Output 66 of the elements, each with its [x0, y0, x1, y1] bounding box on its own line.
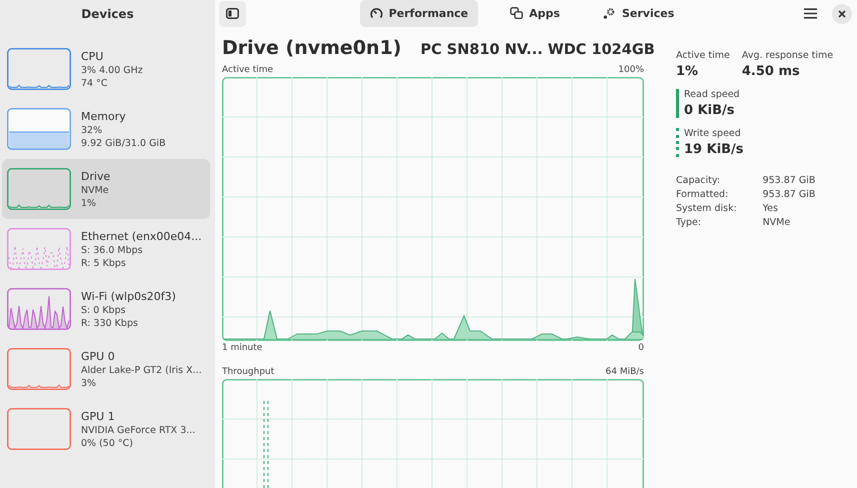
- gear-icon: [602, 7, 616, 20]
- stat-value: 1%: [676, 64, 700, 79]
- device-detail: 1%: [81, 198, 98, 208]
- device-name: Drive: [81, 170, 110, 182]
- device-detail: 74 °C: [81, 78, 108, 88]
- detail-label: Type:: [676, 217, 702, 228]
- speed-legend-line: [676, 128, 679, 157]
- sidebar-title: Devices: [81, 7, 134, 21]
- speed-label: Write speed: [684, 128, 742, 139]
- detail-value: NVMe: [762, 217, 792, 228]
- device-detail: Alder Lake-P GT2 (Iris X...: [81, 364, 202, 376]
- sidebar-toggle-button[interactable]: [219, 0, 246, 26]
- device-detail: R: 330 Kbps: [81, 318, 139, 328]
- detail-label: Formatted:: [676, 189, 730, 200]
- device-item[interactable]: CPU 3% 4.00 GHz 74 °C: [2, 39, 210, 99]
- tab[interactable]: Apps: [500, 0, 570, 27]
- device-item[interactable]: GPU 0 Alder Lake-P GT2 (Iris X... 3%: [2, 339, 210, 399]
- device-item[interactable]: Drive NVMe 1%: [2, 159, 210, 219]
- drive-model: PC SN810 NV... WDC 1024GB: [420, 42, 655, 58]
- tab[interactable]: Performance: [360, 0, 478, 27]
- windows-icon: [510, 7, 524, 20]
- graph-time-label: 1 minute: [222, 343, 262, 353]
- device-item[interactable]: Ethernet (enx00e04... S: 36.0 Mbps R: 5 Kbps: [2, 219, 210, 279]
- drive-title: Drive (nvme0n1): [222, 37, 402, 59]
- sidebar-icon: [226, 8, 239, 19]
- device-detail: 3%: [81, 378, 98, 388]
- tab[interactable]: Services: [592, 0, 684, 27]
- graph-label: Active time: [222, 65, 274, 75]
- speed-value: 19 KiB/s: [684, 142, 744, 157]
- speed-label: Read speed: [684, 89, 740, 100]
- stat-value: 4.50 ms: [742, 64, 801, 79]
- device-detail: S: 0 Kbps: [81, 304, 127, 316]
- device-detail: NVIDIA GeForce RTX 3...: [81, 424, 196, 436]
- device-item[interactable]: Wi-Fi (wlp0s20f3) S: 0 Kbps R: 330 Kbps: [2, 279, 210, 339]
- stat-label: Avg. response time: [742, 50, 834, 61]
- close-icon: [838, 10, 846, 18]
- detail-label: System disk:: [676, 203, 738, 214]
- device-name: GPU 0: [81, 350, 116, 362]
- close-button[interactable]: [832, 4, 852, 24]
- graph-max-label: 64 MiB/s: [606, 367, 644, 377]
- graph-max-label: 100%: [618, 65, 644, 75]
- device-name: Wi-Fi (wlp0s20f3): [81, 290, 176, 302]
- device-detail: 9.92 GiB/31.0 GiB: [81, 138, 166, 148]
- graph-label: Throughput: [222, 367, 274, 377]
- detail-value: 953.87 GiB: [762, 189, 816, 200]
- device-item[interactable]: Memory 32% 9.92 GiB/31.0 GiB: [2, 99, 210, 159]
- detail-label: Capacity:: [676, 175, 722, 186]
- speed-legend-line: [676, 89, 679, 118]
- device-detail: NVMe: [81, 184, 110, 196]
- device-item[interactable]: GPU 1 NVIDIA GeForce RTX 3... 0% (50 °C): [2, 399, 210, 459]
- device-name: GPU 1: [81, 410, 116, 422]
- device-detail: S: 36.0 Mbps: [81, 244, 144, 256]
- device-detail: R: 5 Kbps: [81, 258, 127, 268]
- stat-label: Active time: [676, 50, 730, 61]
- device-detail: 32%: [81, 124, 104, 136]
- device-name: CPU: [81, 50, 104, 62]
- device-detail: 3% 4.00 GHz: [81, 64, 143, 76]
- detail-value: Yes: [762, 203, 779, 214]
- speed-value: 0 KiB/s: [684, 103, 736, 118]
- menu-icon: [804, 8, 816, 19]
- device-name: Memory: [81, 110, 127, 122]
- detail-value: 953.87 GiB: [762, 175, 816, 186]
- device-detail: 0% (50 °C): [81, 438, 134, 448]
- device-name: Ethernet (enx00e04...: [81, 230, 202, 242]
- gauge-icon: [370, 7, 383, 20]
- graph-time-label: 0: [638, 343, 644, 353]
